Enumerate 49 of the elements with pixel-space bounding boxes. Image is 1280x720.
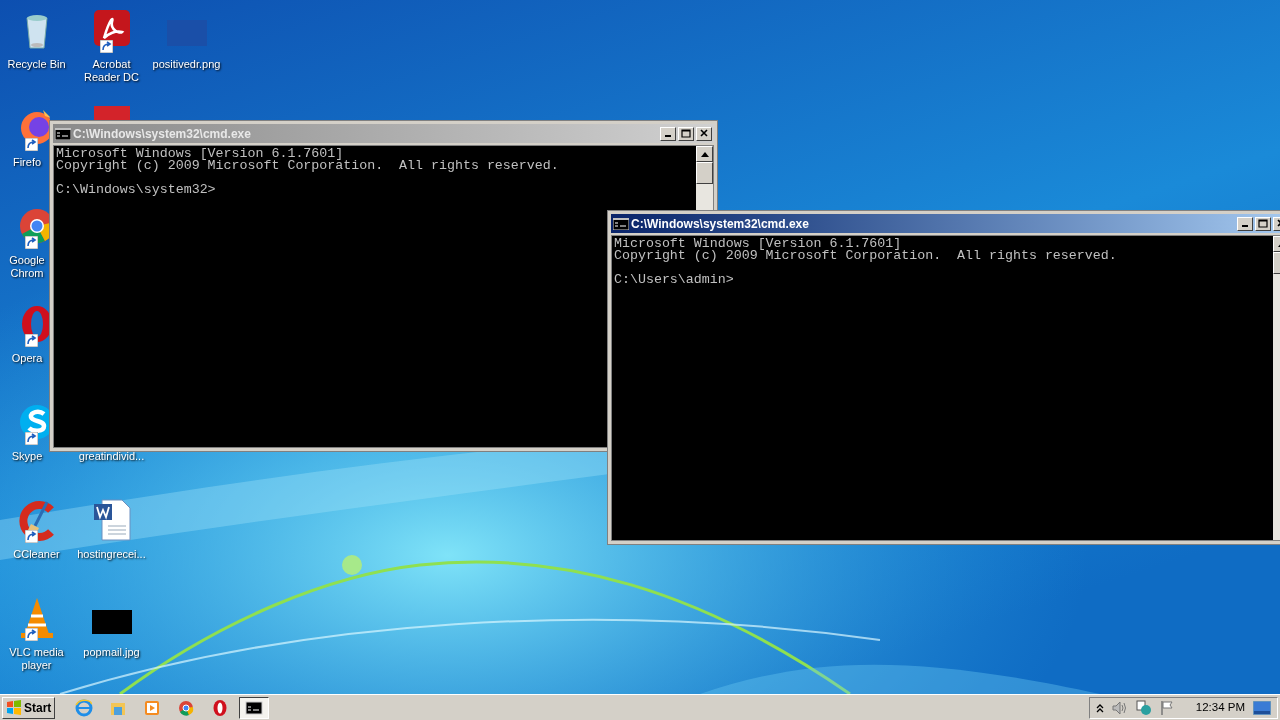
icon-label[interactable]: popmail.jpg (83, 646, 140, 659)
browser-ball-icon (177, 698, 196, 717)
document-icon[interactable] (91, 498, 132, 542)
speaker-icon[interactable] (1111, 700, 1128, 715)
console-line: Microsoft Windows [Version 6.1.7601] (614, 238, 902, 250)
taskbar-button[interactable] (239, 696, 270, 719)
maximize-icon (681, 129, 691, 138)
title-bar[interactable]: C:\Windows\system32\cmd.exe (611, 214, 1280, 233)
flag-icon[interactable] (1159, 699, 1174, 716)
icon-label[interactable]: greatindivid... (78, 450, 145, 463)
minimize-button[interactable] (1237, 216, 1253, 231)
console-icon (55, 127, 71, 140)
icon-label[interactable]: Acrobat Reader DC (75, 58, 148, 84)
close-icon (699, 129, 709, 138)
play-icon (143, 698, 162, 717)
icon-label[interactable]: CCleaner (13, 548, 60, 561)
minimize-button[interactable] (660, 126, 676, 141)
maximize-button[interactable] (1255, 216, 1271, 231)
maximize-icon (1258, 219, 1268, 228)
scroll-thumb[interactable] (696, 162, 713, 184)
console-line: Microsoft Windows [Version 6.1.7601] (56, 148, 344, 160)
icon-label[interactable]: Opera (7, 352, 47, 365)
network-icon[interactable] (1135, 699, 1152, 716)
icon-label[interactable]: Firefo (7, 156, 47, 169)
up-arrow-icon (700, 151, 709, 157)
icon-label[interactable]: hostingrecei... (77, 548, 146, 561)
console-prompt: C:\Users\admin> (614, 274, 735, 286)
maximize-button[interactable] (678, 126, 694, 141)
console-line: Copyright (c) 2009 Microsoft Corporation. All rights reserved. (614, 250, 1118, 262)
clock[interactable]: 12:34 PM (1195, 698, 1245, 717)
windows-flag-icon (6, 700, 22, 715)
window-title: C:\Windows\system32\cmd.exe (73, 125, 252, 143)
chevron-up-icon[interactable] (1095, 702, 1104, 713)
scroll-up-button[interactable] (696, 146, 713, 162)
icon-label[interactable]: Skype (7, 450, 47, 463)
icon-label[interactable]: VLC media player (0, 646, 73, 672)
show-desktop-icon[interactable] (1253, 700, 1271, 715)
console-prompt: C:\Windows\system32> (56, 184, 217, 196)
e-globe-icon (75, 698, 94, 717)
start-button[interactable]: Start (2, 696, 56, 719)
window-title: C:\Windows\system32\cmd.exe (631, 215, 810, 233)
icon-label[interactable]: Google Chrom (7, 254, 47, 280)
console-icon (245, 698, 264, 717)
close-button[interactable] (696, 126, 712, 141)
icon-label[interactable]: Recycle Bin (7, 58, 66, 71)
console-icon (613, 217, 629, 230)
icon-label[interactable]: positivedr.png (152, 58, 221, 71)
c-brush-icon[interactable] (16, 498, 57, 542)
console-line: Copyright (c) 2009 Microsoft Corporation. All rights reserved. (56, 160, 560, 172)
